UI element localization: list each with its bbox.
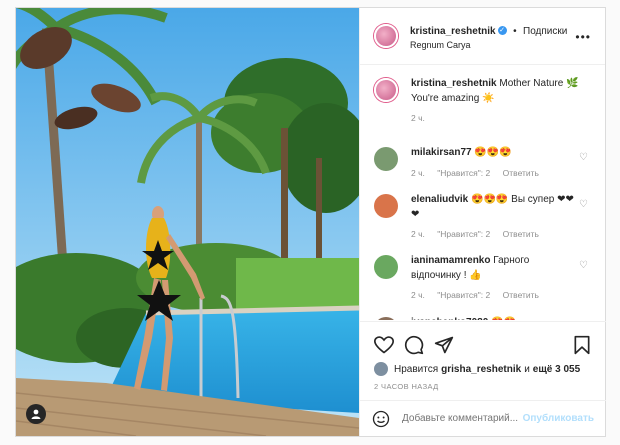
likes-prefix: Нравится [394,363,439,375]
caption-username[interactable]: kristina_reshetnik [411,78,497,89]
liker-avatar[interactable] [374,362,388,376]
commenter-avatar[interactable] [374,316,398,320]
separator-dot: • [513,26,517,38]
commenter-avatar[interactable] [374,194,398,219]
add-comment-bar: Опубликовать [360,400,606,436]
author-avatar[interactable] [374,24,398,48]
user-tag-icon[interactable] [26,404,46,424]
comment-like-heart-icon[interactable]: ♡ [579,260,588,271]
caption-avatar[interactable] [374,78,398,102]
photo-scene [16,8,359,436]
comment-likes[interactable]: "Нравится": 2 [437,168,490,178]
emoji-icon[interactable] [372,410,390,428]
post-timestamp[interactable]: 2 часов назад [360,376,606,391]
post-header: kristina_reshetnik ✓ • Подписки Regnum Ca… [360,8,605,65]
author-username[interactable]: kristina_reshetnik [410,26,496,37]
comment-like-heart-icon[interactable]: ♡ [579,152,588,163]
more-icon[interactable]: ••• [575,30,591,44]
post-sidebar: kristina_reshetnik ✓ • Подписки Regnum Ca… [359,8,606,436]
comment-username[interactable]: ivanchenko7080 [411,317,488,320]
comment-time[interactable]: 2 ч. [411,168,425,178]
heart-icon[interactable] [374,335,394,355]
action-bar: Нравится grisha_reshetnik и ещё 3 055 2 … [360,321,606,436]
comment-time[interactable]: 2 ч. [411,290,425,300]
liker-username[interactable]: grisha_reshetnik [441,364,521,375]
comment-input[interactable] [402,413,522,424]
bookmark-icon[interactable] [572,335,592,355]
post-photo[interactable] [16,8,359,436]
commenter-avatar[interactable] [374,255,398,280]
caption: kristina_reshetnik Mother Nature 🌿 You'r… [374,77,592,124]
comments-list: kristina_reshetnik Mother Nature 🌿 You'r… [360,65,606,320]
comment-icon[interactable] [404,335,424,355]
comment-item: elenaliudvik 😍😍😍 Вы супер ❤❤❤ 2 ч. "Нрав… [374,193,592,240]
comment-reply-button[interactable]: Ответить [503,229,539,239]
comment-username[interactable]: ianinamamrenko [411,255,490,266]
verified-icon: ✓ [497,25,507,35]
comment-text: 😍😍😍 [474,147,512,159]
publish-button[interactable]: Опубликовать [523,413,594,424]
likes-summary: Нравится grisha_reshetnik и ещё 3 055 [360,358,606,376]
comment-text: 😍😍 [491,317,516,320]
comment-username[interactable]: elenaliudvik [411,194,468,205]
comment-username[interactable]: milakirsan77 [411,147,472,158]
comment-item: ianinamamrenko Гарного відпочинку ! 👍 2 … [374,254,592,301]
share-icon[interactable] [434,335,454,355]
comment-time[interactable]: 2 ч. [411,229,425,239]
caption-time[interactable]: 2 ч. [411,113,425,123]
comment-likes[interactable]: "Нравится": 2 [437,290,490,300]
location-link[interactable]: Regnum Carya [410,40,567,51]
comment-reply-button[interactable]: Ответить [503,290,539,300]
post-modal: kristina_reshetnik ✓ • Подписки Regnum Ca… [15,7,606,437]
likes-count-link[interactable]: ещё 3 055 [533,364,580,375]
comment-like-heart-icon[interactable]: ♡ [579,199,588,210]
comment-likes[interactable]: "Нравится": 2 [437,229,490,239]
follow-status-button[interactable]: Подписки [523,26,567,37]
comment-item: milakirsan77 😍😍😍 2 ч. "Нравится": 2 Отве… [374,146,592,179]
comment-item: ivanchenko7080 😍😍 [374,316,592,320]
likes-and: и [524,363,530,375]
commenter-avatar[interactable] [374,147,398,172]
comment-reply-button[interactable]: Ответить [503,168,539,178]
